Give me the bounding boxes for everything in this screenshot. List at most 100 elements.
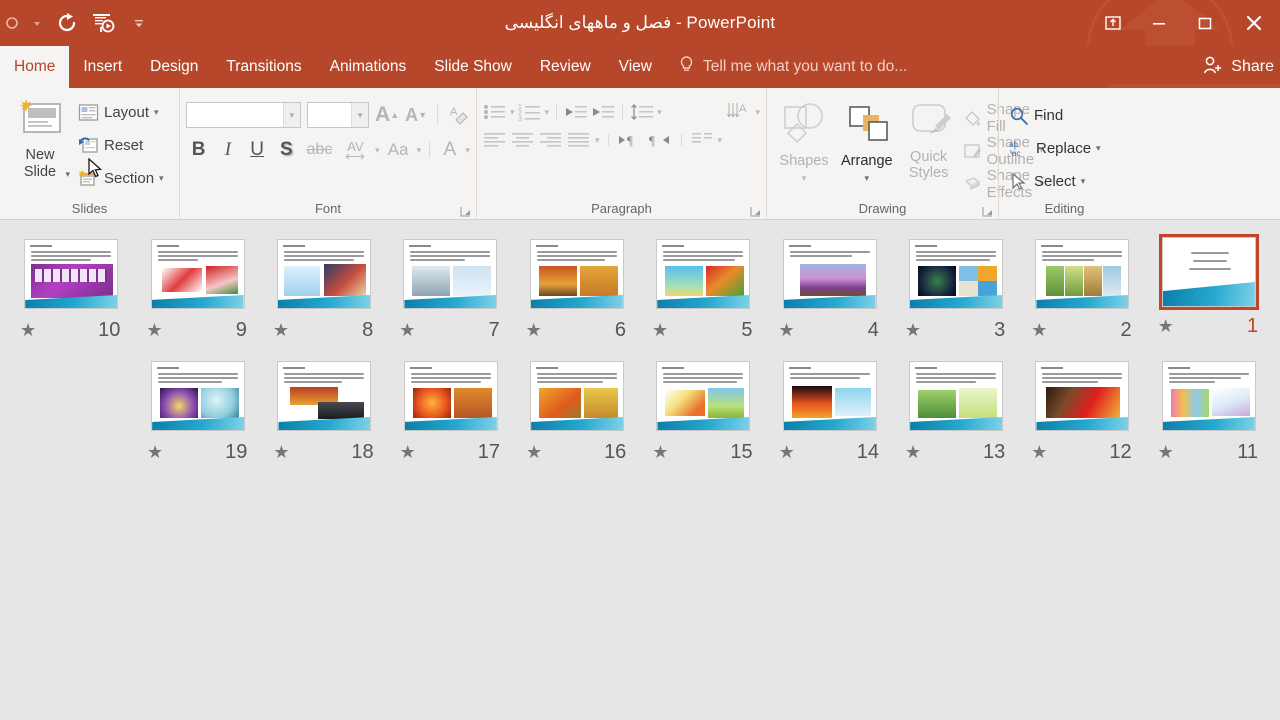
select-button[interactable]: Select ▾ — [1005, 165, 1124, 198]
line-spacing-icon[interactable] — [630, 102, 654, 122]
text-shadow-button[interactable]: S — [274, 139, 299, 161]
tab-view[interactable]: View — [605, 46, 666, 88]
justify-dropdown-icon[interactable]: ▾ — [595, 135, 600, 146]
slide-thumb-frame[interactable] — [272, 234, 376, 314]
italic-button[interactable]: I — [215, 139, 240, 161]
slide-thumb-frame[interactable] — [146, 234, 250, 314]
slide-thumb-frame[interactable] — [904, 356, 1008, 436]
slide-thumb-frame[interactable] — [399, 356, 503, 436]
slide-thumbnail-6[interactable]: ★ 6 — [514, 234, 640, 356]
slide-thumbnail-2[interactable]: ★ 2 — [1019, 234, 1145, 356]
star-icon[interactable]: ★ — [1031, 321, 1047, 339]
star-icon[interactable]: ★ — [526, 321, 542, 339]
slide-thumbnail-19[interactable]: ★ 19 — [135, 356, 261, 478]
slide-thumbnail-4[interactable]: ★ 4 — [766, 234, 892, 356]
find-button[interactable]: Find — [1005, 99, 1124, 132]
slide-thumb-frame[interactable] — [651, 234, 755, 314]
tab-insert[interactable]: Insert — [69, 46, 136, 88]
star-icon[interactable]: ★ — [20, 321, 36, 339]
font-size-combobox[interactable]: ▼ — [306, 102, 370, 128]
arrange-dropdown-icon[interactable]: ▾ — [865, 170, 870, 187]
slide-thumbnail-5[interactable]: ★ 5 — [640, 234, 766, 356]
close-button[interactable] — [1228, 0, 1280, 46]
star-icon[interactable]: ★ — [1158, 443, 1174, 461]
tab-animations[interactable]: Animations — [316, 46, 421, 88]
slide-thumb-frame[interactable] — [1157, 356, 1261, 436]
slide-thumb-frame[interactable] — [525, 234, 629, 314]
slide-thumb-frame[interactable] — [1030, 356, 1134, 436]
paragraph-dialog-launcher[interactable] — [750, 205, 762, 217]
star-icon[interactable]: ★ — [652, 443, 668, 461]
ribbon-tab-strip[interactable]: Home Insert Design Transitions Animation… — [0, 46, 1280, 88]
shapes-dropdown-icon[interactable]: ▾ — [802, 170, 807, 187]
line-spacing-dropdown-icon[interactable]: ▾ — [657, 107, 662, 118]
slide-thumb-frame[interactable] — [272, 356, 376, 436]
ribbon-display-options-button[interactable] — [1090, 0, 1136, 46]
redo-icon[interactable] — [50, 8, 84, 38]
minimize-button[interactable] — [1136, 0, 1182, 46]
quick-styles-button[interactable]: Quick Styles — [899, 98, 959, 200]
customize-quick-access-toolbar-icon[interactable] — [122, 8, 156, 38]
decrease-font-size-icon[interactable]: A ▼ — [405, 105, 427, 126]
drawing-dialog-launcher[interactable] — [982, 205, 994, 217]
slide-thumbnail-17[interactable]: ★ 17 — [388, 356, 514, 478]
tell-me-search[interactable]: Tell me what you want to do... — [666, 46, 907, 88]
justify-icon[interactable] — [567, 131, 591, 149]
new-slide-button[interactable]: New Slide ▾ — [6, 94, 74, 200]
columns-icon[interactable] — [690, 131, 714, 149]
star-icon[interactable]: ★ — [1031, 443, 1047, 461]
align-left-icon[interactable] — [483, 131, 507, 149]
slide-thumbnail-9[interactable]: ★ 9 — [134, 234, 260, 356]
font-dialog-launcher[interactable] — [460, 205, 472, 217]
slide-thumb-frame[interactable] — [19, 234, 123, 314]
share-button[interactable]: Share — [1202, 46, 1280, 88]
autosave-icon[interactable] — [2, 8, 24, 38]
font-size-dropdown-icon[interactable]: ▼ — [351, 103, 369, 127]
tab-transitions[interactable]: Transitions — [212, 46, 315, 88]
slide-thumbnail-18[interactable]: ★ 18 — [261, 356, 387, 478]
slide-thumbnail-3[interactable]: ★ 3 — [893, 234, 1019, 356]
tab-design[interactable]: Design — [136, 46, 212, 88]
slide-thumbnail-16[interactable]: ★ 16 — [514, 356, 640, 478]
font-color-dropdown-icon[interactable]: ▾ — [465, 145, 470, 156]
tab-review[interactable]: Review — [526, 46, 605, 88]
align-right-icon[interactable] — [539, 131, 563, 149]
slide-thumbnail-12[interactable]: ★ 12 — [1019, 356, 1145, 478]
slide-thumbnail-11[interactable]: ★ 11 — [1146, 356, 1272, 478]
slide-thumb-frame[interactable] — [1030, 234, 1134, 314]
section-dropdown-icon[interactable]: ▾ — [159, 173, 164, 184]
increase-indent-icon[interactable] — [591, 102, 615, 122]
restore-button[interactable] — [1182, 0, 1228, 46]
start-presentation-icon[interactable] — [86, 8, 120, 38]
font-name-dropdown-icon[interactable]: ▼ — [282, 103, 300, 127]
bold-button[interactable]: B — [186, 139, 211, 161]
star-icon[interactable]: ★ — [526, 443, 542, 461]
slide-thumbnail-7[interactable]: ★ 7 — [387, 234, 513, 356]
slide-thumbnail-14[interactable]: ★ 14 — [767, 356, 893, 478]
replace-dropdown-icon[interactable]: ▾ — [1096, 143, 1101, 154]
shapes-button[interactable]: Shapes ▾ — [773, 98, 835, 200]
numbering-icon[interactable]: 123 — [518, 102, 542, 122]
columns-dropdown-icon[interactable]: ▾ — [718, 135, 723, 146]
text-direction-icon[interactable]: A — [726, 101, 752, 123]
slide-thumb-frame[interactable] — [778, 356, 882, 436]
layout-button[interactable]: Layout ▾ — [74, 96, 168, 129]
strikethrough-button[interactable]: abc — [303, 141, 336, 159]
autosave-dropdown-icon[interactable] — [26, 8, 48, 38]
star-icon[interactable]: ★ — [147, 443, 163, 461]
quick-access-toolbar[interactable] — [0, 8, 156, 38]
bullets-icon[interactable] — [483, 102, 507, 122]
slide-thumbnail-1[interactable]: ★ 1 — [1146, 234, 1272, 356]
clear-formatting-icon[interactable]: A — [448, 104, 470, 126]
star-icon[interactable]: ★ — [146, 321, 162, 339]
text-direction-ltr-icon[interactable]: ¶ — [617, 131, 643, 149]
slide-thumbnail-10[interactable]: ★ 10 — [8, 234, 134, 356]
slide-thumb-frame[interactable] — [525, 356, 629, 436]
star-icon[interactable]: ★ — [905, 443, 921, 461]
star-icon[interactable]: ★ — [273, 443, 289, 461]
slide-thumb-frame[interactable] — [146, 356, 250, 436]
align-center-icon[interactable] — [511, 131, 535, 149]
decrease-indent-icon[interactable] — [564, 102, 588, 122]
new-slide-dropdown-icon[interactable]: ▾ — [65, 166, 70, 183]
star-icon[interactable]: ★ — [652, 321, 668, 339]
